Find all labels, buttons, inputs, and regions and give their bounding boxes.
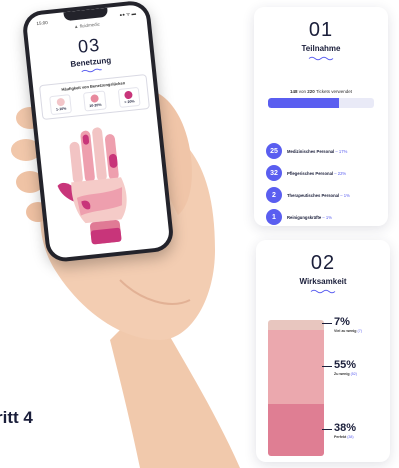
frequency-dot-icon xyxy=(56,97,65,107)
frequency-label: 1-10% xyxy=(55,106,67,112)
status-icons: ●● ᯤ ▬ xyxy=(119,10,137,17)
group-name: Medizinisches Personal xyxy=(287,148,335,154)
group-label: Pflegerisches Personal – 22% xyxy=(287,171,346,176)
tickets-label: Tickets verwendet xyxy=(315,89,353,94)
leader-line xyxy=(322,429,332,431)
leader-line xyxy=(322,365,332,367)
effectiveness-step-number: 02 xyxy=(310,252,336,274)
participant-groups-list: 25 Medizinisches Personal – 17% 32 Pflegeri… xyxy=(266,142,388,226)
effectiveness-caption-label: Perfekt xyxy=(334,435,347,440)
effectiveness-caption-count: (52) xyxy=(350,371,357,376)
group-label: Reinigungskräfte – 1% xyxy=(287,215,332,220)
frequency-level: 10-20% xyxy=(82,90,108,112)
effectiveness-title: Wirksamkeit xyxy=(299,277,347,286)
frequency-legend: Häufigkeit von Benetzungslücken 1-10% 10-… xyxy=(38,73,150,121)
effectiveness-value: 38% xyxy=(334,422,357,435)
effectiveness-label-text: 7% Viel zu wenig (7) xyxy=(334,316,362,333)
effectiveness-label-text: 55% Zu wenig (52) xyxy=(334,359,357,376)
group-name: Therapeutisches Personal xyxy=(287,192,340,198)
tickets-of: von xyxy=(298,89,306,94)
wave-divider-icon xyxy=(81,68,102,73)
frequency-level: > 20% xyxy=(117,86,141,108)
frequency-level: 1-10% xyxy=(49,94,72,116)
participation-title: Teilnahme xyxy=(301,44,341,53)
frequency-dot-icon xyxy=(90,94,100,103)
group-count-badge: 25 xyxy=(266,143,282,159)
effectiveness-segment xyxy=(268,329,324,405)
leader-line xyxy=(322,323,332,324)
effectiveness-card: 02 Wirksamkeit 7% Viel zu wenig (7) 55% Zu … xyxy=(256,240,390,462)
group-name: Reinigungskräfte xyxy=(287,214,322,220)
frequency-label: > 20% xyxy=(124,99,135,105)
effectiveness-caption-label: Viel zu wenig xyxy=(334,329,357,333)
tickets-progress-fill xyxy=(268,98,340,108)
participation-card: 01 Teilnahme 148 von 220 Tickets verwend… xyxy=(254,7,388,226)
effectiveness-label: 38% Perfekt (38) xyxy=(322,422,356,439)
frequency-dot-icon xyxy=(124,90,134,100)
effectiveness-caption: Perfekt (38) xyxy=(334,435,356,439)
effectiveness-label: 55% Zu wenig (52) xyxy=(322,359,357,376)
effectiveness-value: 7% xyxy=(334,316,350,328)
group-percent: – 22% xyxy=(333,170,347,176)
group-percent: – 1% xyxy=(321,214,332,220)
wave-divider-icon xyxy=(308,56,334,61)
group-percent: – 17% xyxy=(334,148,348,154)
wave-divider-icon xyxy=(310,289,336,294)
effectiveness-caption-count: (7) xyxy=(357,329,362,333)
effectiveness-stacked-bar xyxy=(268,320,324,456)
effectiveness-value: 55% xyxy=(334,358,357,371)
tickets-summary: 148 von 220 Tickets verwendet xyxy=(254,89,388,94)
tickets-progress-bar xyxy=(268,98,374,108)
smartphone: 15:00 ●● ᯤ ▬ ▲ fluidmedic 03 Benetzung H… xyxy=(21,0,175,264)
group-label: Therapeutisches Personal – 1% xyxy=(287,193,350,198)
effectiveness-label-text: 38% Perfekt (38) xyxy=(334,422,356,439)
participant-group-row: 25 Medizinisches Personal – 17% xyxy=(266,142,388,160)
frequency-label: 10-20% xyxy=(89,102,102,109)
effectiveness-caption-label: Zu wenig xyxy=(334,371,350,376)
group-count-badge: 1 xyxy=(266,209,282,225)
group-label: Medizinisches Personal – 17% xyxy=(287,149,347,154)
group-name: Pflegerisches Personal xyxy=(287,170,334,176)
phone-screen: 15:00 ●● ᯤ ▬ ▲ fluidmedic 03 Benetzung H… xyxy=(25,3,171,259)
participant-group-row: 2 Therapeutisches Personal – 1% xyxy=(266,186,388,204)
status-time: 15:00 xyxy=(36,20,48,27)
effectiveness-caption: Viel zu wenig (7) xyxy=(334,329,362,333)
hand-with-phone-illustration: 15:00 ●● ᯤ ▬ ▲ fluidmedic 03 Benetzung H… xyxy=(0,0,260,468)
effectiveness-caption: Zu wenig (52) xyxy=(334,372,357,376)
effectiveness-label: 7% Viel zu wenig (7) xyxy=(322,316,362,333)
participant-group-row: 32 Pflegerisches Personal – 22% xyxy=(266,164,388,182)
participation-step-number: 01 xyxy=(308,19,334,41)
tickets-total: 220 xyxy=(307,89,315,94)
group-count-badge: 32 xyxy=(266,165,282,181)
hand-heatmap-illustration xyxy=(57,127,127,245)
effectiveness-segment xyxy=(268,320,324,330)
tickets-used: 148 xyxy=(289,89,298,94)
step-label: ritt 4 xyxy=(0,408,33,427)
participant-group-row: 1 Reinigungskräfte – 1% xyxy=(266,208,388,226)
effectiveness-caption-count: (38) xyxy=(347,435,354,440)
effectiveness-segment xyxy=(268,404,324,456)
group-percent: – 1% xyxy=(339,192,350,198)
group-count-badge: 2 xyxy=(266,187,282,203)
